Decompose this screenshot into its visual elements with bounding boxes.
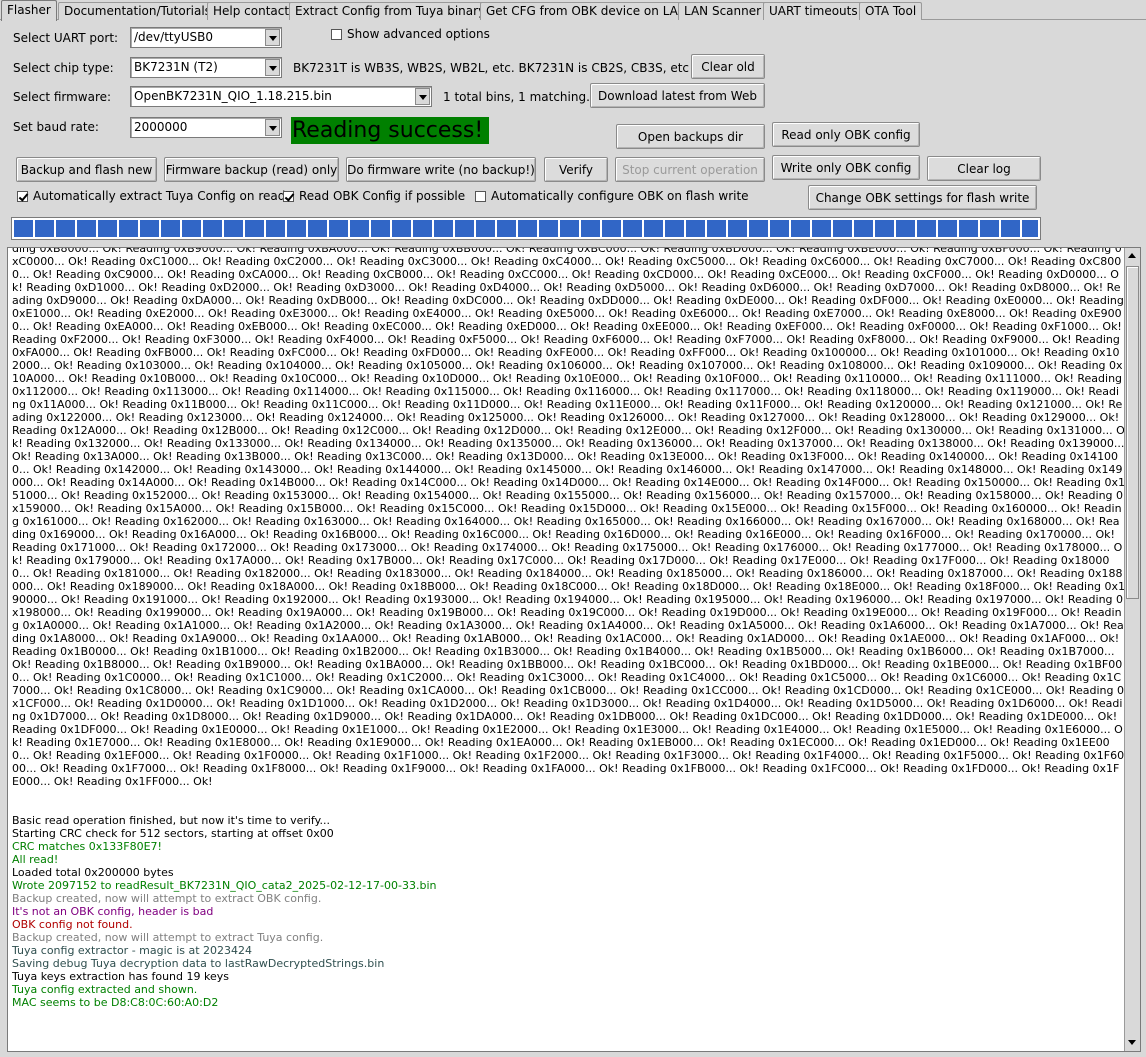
tab-get-cfg-lan[interactable]: Get CFG from OBK device on LAN [480,2,693,20]
uart-port-label: Select UART port: [13,31,119,45]
log-line: All read! [12,853,59,866]
baud-rate-value: 2000000 [134,120,188,134]
tab-uart-timeouts[interactable]: UART timeouts [763,2,864,20]
log-line: Tuya config extracted and shown. [12,983,198,996]
log-line: Backup created, now will attempt to extr… [12,892,322,905]
write-obk-config-button[interactable]: Write only OBK config [772,155,920,180]
bins-info: 1 total bins, 1 matching. [443,90,590,104]
log-line: Tuya config extractor - magic is at 2023… [12,944,253,957]
log-line: Wrote 2097152 to readResult_BK7231N_QIO_… [12,879,437,892]
chevron-down-icon[interactable] [265,119,280,136]
show-advanced-label: Show advanced options [347,27,490,41]
baud-rate-select[interactable]: 2000000 [130,117,282,138]
tab-lan-scanner[interactable]: LAN Scanner [678,2,768,20]
log-line: Saving debug Tuya decryption data to las… [12,957,385,970]
show-advanced-box[interactable] [331,28,342,40]
extract-tuya-checkbox[interactable]: Automatically extract Tuya Config on rea… [17,189,285,203]
stop-operation-button[interactable]: Stop current operation [615,157,765,182]
log-line: Basic read operation finished, but now i… [12,814,331,827]
backup-flash-button[interactable]: Backup and flash new [16,157,157,182]
firmware-select[interactable]: OpenBK7231N_QIO_1.18.215.bin [130,86,432,107]
log-messages: Basic read operation finished, but now i… [12,814,1126,1009]
log-line: Tuya keys extraction has found 19 keys [12,970,229,983]
tab-flasher[interactable]: Flasher [1,0,57,21]
firmware-backup-button[interactable]: Firmware backup (read) only [164,157,339,182]
firmware-value: OpenBK7231N_QIO_1.18.215.bin [134,89,332,103]
log-line: Loaded total 0x200000 bytes [12,866,174,879]
status-label: Reading success! [291,117,489,144]
scroll-up-icon[interactable] [1125,249,1140,264]
log-line: OBK config not found. [12,918,133,931]
firmware-label: Select firmware: [13,90,112,104]
auto-configure-box[interactable] [475,190,486,202]
tab-bar: Flasher Documentation/Tutorials Help con… [0,0,1146,21]
read-obk-label: Read OBK Config if possible [299,189,466,203]
auto-configure-checkbox[interactable]: Automatically configure OBK on flash wri… [475,189,749,203]
chip-type-value: BK7231N (T2) [134,60,218,74]
tab-help-contact[interactable]: Help contact [207,2,296,20]
chevron-down-icon[interactable] [415,88,430,105]
verify-button[interactable]: Verify [544,157,608,182]
firmware-write-button[interactable]: Do firmware write (no backup!) [346,157,536,182]
tab-extract-tuya-config[interactable]: Extract Config from Tuya binary [289,2,492,20]
tab-ota-tool[interactable]: OTA Tool [859,2,923,20]
log-view[interactable]: Ok! Reading 0x8F000... Ok! Reading 0x900… [7,247,1141,1052]
extract-tuya-label: Automatically extract Tuya Config on rea… [33,189,286,203]
chip-hint: BK7231T is WB3S, WB2S, WB2L, etc. BK7231… [293,61,690,75]
log-scrollbar[interactable] [1124,248,1140,1051]
log-line: It's not an OBK config, header is bad [12,905,214,918]
log-line: CRC matches 0x133F80E7! [12,840,162,853]
log-reading-lines: Ok! Reading 0x8F000... Ok! Reading 0x900… [12,247,1126,788]
clear-log-button[interactable]: Clear log [927,156,1041,181]
clear-old-button[interactable]: Clear old [691,54,765,79]
baud-rate-label: Set baud rate: [13,120,99,134]
chip-type-label: Select chip type: [13,61,114,75]
log-line: Backup created, now will attempt to extr… [12,931,324,944]
chevron-down-icon[interactable] [265,59,280,76]
uart-port-select[interactable]: /dev/ttyUSB0 [130,27,282,48]
read-obk-config-button[interactable]: Read only OBK config [772,122,920,147]
chip-type-select[interactable]: BK7231N (T2) [130,57,282,78]
chevron-down-icon[interactable] [265,29,280,46]
show-advanced-checkbox[interactable]: Show advanced options [331,27,490,41]
extract-tuya-box[interactable] [17,190,28,202]
log-line: Starting CRC check for 512 sectors, star… [12,827,334,840]
read-obk-checkbox[interactable]: Read OBK Config if possible [283,189,465,203]
scroll-thumb[interactable] [1126,266,1139,599]
change-obk-settings-button[interactable]: Change OBK settings for flash write [808,185,1037,210]
auto-configure-label: Automatically configure OBK on flash wri… [491,189,749,203]
read-obk-box[interactable] [283,190,294,202]
tab-documentation[interactable]: Documentation/Tutorials [58,2,217,20]
download-latest-button[interactable]: Download latest from Web [590,83,765,108]
scroll-down-icon[interactable] [1125,1035,1140,1050]
log-line: MAC seems to be D8:C8:0C:60:A0:D2 [12,996,219,1009]
open-backups-button[interactable]: Open backups dir [616,124,765,149]
progress-bar [11,217,1041,240]
uart-port-value: /dev/ttyUSB0 [134,30,213,44]
log-text: Ok! Reading 0x8F000... Ok! Reading 0x900… [12,247,1126,1035]
